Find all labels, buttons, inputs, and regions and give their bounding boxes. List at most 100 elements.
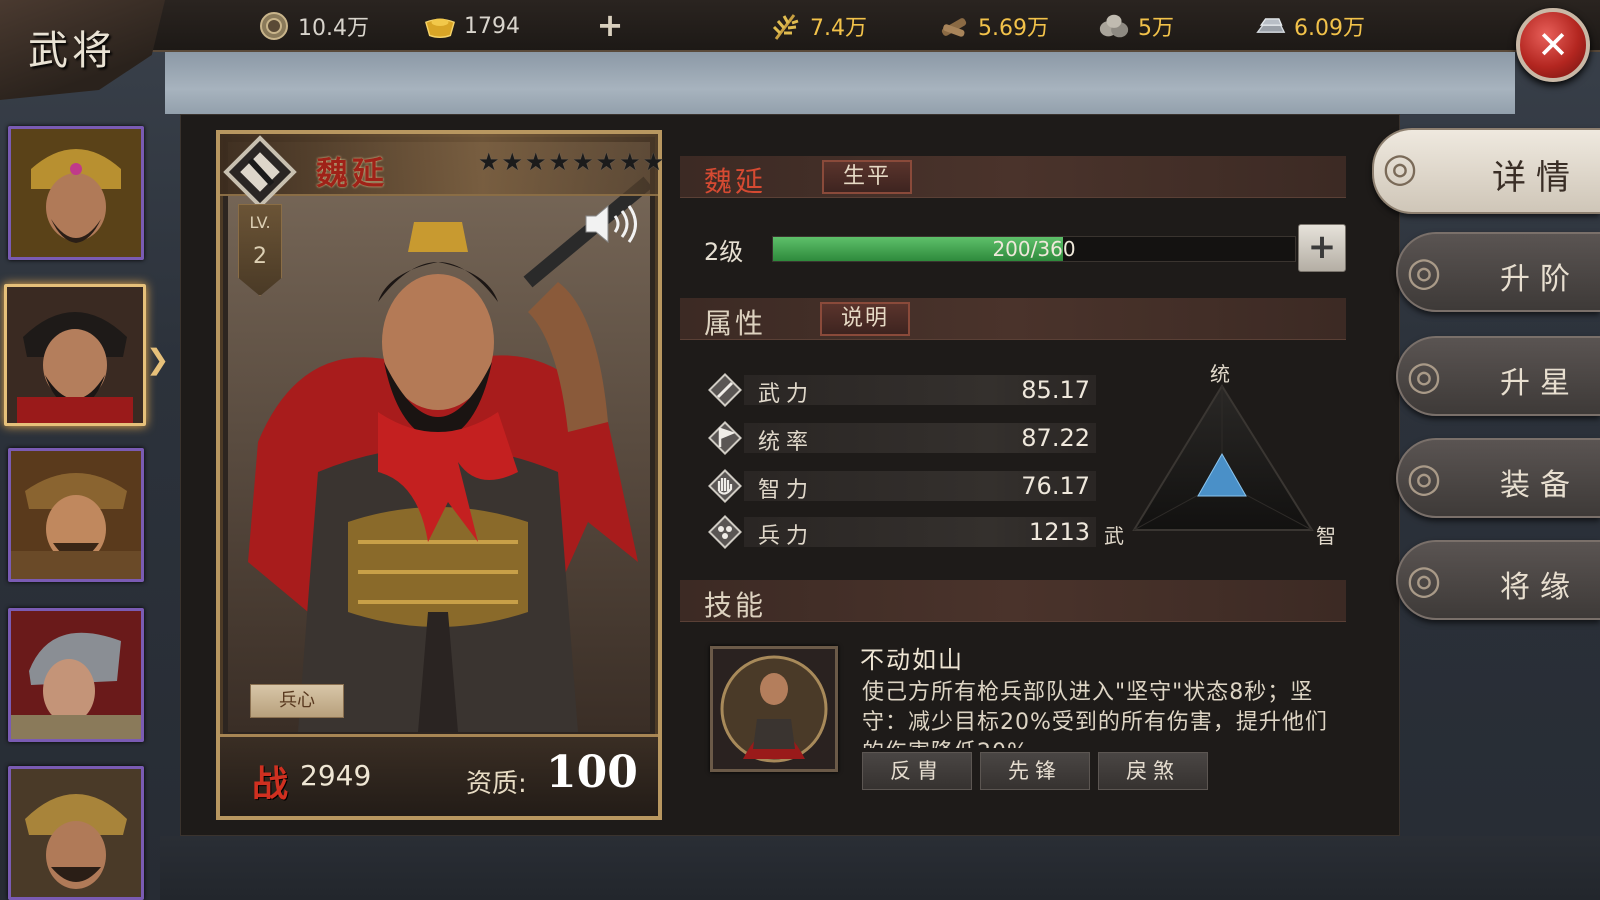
star-icon: ★ — [619, 148, 641, 176]
tab-label: 升星 — [1500, 366, 1580, 401]
bottom-strip — [160, 836, 1600, 900]
swirl-icon: ◎ — [1382, 145, 1418, 191]
star-rating: ★ ★ ★ ★ ★ ★ ★ ★ — [478, 148, 664, 176]
level-text: 2级 — [704, 238, 744, 266]
star-icon: ★ — [595, 148, 618, 176]
card-hero-name: 魏延 — [316, 154, 389, 192]
stat-label: 智力 — [758, 478, 815, 503]
aptitude-value: 100 — [546, 747, 638, 798]
hero-thumb[interactable] — [8, 448, 144, 582]
hero-thumb[interactable] — [8, 766, 144, 900]
power-icon: 战 — [252, 763, 289, 805]
card-footer: 战 2949 资质: 100 — [220, 734, 658, 816]
detail-hero-name: 魏延 — [704, 165, 767, 198]
stat-row-strength: 武力 85.17 — [706, 372, 1096, 408]
tab-details[interactable]: ◎ 详情 — [1372, 128, 1600, 214]
tab-label: 将缘 — [1500, 570, 1580, 605]
tab-equipment[interactable]: ◎ 装备 — [1396, 438, 1600, 518]
tab-star-up[interactable]: ◎ 升星 — [1396, 336, 1600, 416]
troops-icon — [706, 514, 744, 550]
level-plate: LV. 2 — [238, 204, 282, 296]
hero-thumb[interactable] — [8, 126, 144, 260]
attributes-section: 属性 说明 — [680, 298, 1346, 340]
star-icon: ★ — [642, 148, 665, 176]
tab-label: 装备 — [1500, 468, 1580, 503]
gold-ingot-icon — [424, 11, 456, 41]
star-icon: ★ — [478, 148, 500, 176]
close-button[interactable]: ✕ — [1516, 8, 1590, 82]
close-icon: ✕ — [1537, 23, 1569, 67]
hero-portrait — [11, 611, 141, 739]
resource-iron: 6.09万 — [1254, 8, 1365, 44]
speaker-icon[interactable] — [582, 202, 642, 246]
grain-icon — [770, 11, 802, 41]
tab-promote[interactable]: ◎ 升阶 — [1396, 232, 1600, 312]
stat-label: 统率 — [758, 430, 815, 455]
flag-icon — [706, 420, 744, 456]
hero-card: 魏延 ★ ★ ★ ★ ★ ★ ★ ★ LV. 2 兵心 战 2949 资质: 1… — [216, 130, 664, 820]
exp-text: 200/360 — [992, 237, 1076, 261]
power-value: 2949 — [300, 759, 372, 792]
skill-tag-button[interactable]: 先锋 — [980, 752, 1090, 790]
swirl-icon: ◎ — [1406, 249, 1442, 295]
bio-button[interactable]: 生平 — [822, 160, 912, 194]
sword-icon — [706, 372, 744, 408]
header-band — [165, 52, 1515, 114]
skill-description: 使己方所有枪兵部队进入"坚守"状态8秒；坚守：减少目标20%受到的所有伤害，提升… — [862, 680, 1328, 748]
stat-value: 87.22 — [1021, 424, 1090, 452]
hero-portrait — [7, 287, 143, 423]
selected-arrow-icon: ❯ — [146, 343, 170, 376]
stat-value: 1213 — [1028, 518, 1090, 546]
skill-section: 技能 — [680, 580, 1346, 622]
aptitude-label: 资质: — [466, 769, 527, 799]
stat-value: 85.17 — [1021, 376, 1090, 404]
tab-bonds[interactable]: ◎ 将缘 — [1396, 540, 1600, 620]
bingxin-button[interactable]: 兵心 — [250, 684, 344, 718]
stone-icon — [1098, 11, 1130, 41]
resource-coin: 10.4万 — [258, 8, 369, 44]
hero-thumb-selected[interactable] — [4, 284, 146, 426]
tab-label: 升阶 — [1500, 262, 1580, 297]
stat-row-troops: 兵力 1213 — [706, 514, 1096, 550]
star-icon: ★ — [525, 148, 547, 176]
skill-tag-button[interactable]: 戾煞 — [1098, 752, 1208, 790]
level-label: LV. — [249, 213, 271, 232]
stat-label: 兵力 — [758, 524, 815, 549]
hero-portrait — [11, 769, 141, 897]
iron-icon — [1254, 11, 1286, 41]
hero-portrait — [11, 129, 141, 257]
resource-wood: 5.69万 — [938, 8, 1049, 44]
skill-name: 不动如山 — [860, 646, 964, 674]
radar-label-right: 智 — [1316, 524, 1336, 548]
stat-row-leadership: 统率 87.22 — [706, 420, 1096, 456]
recharge-plus-button[interactable]: + — [594, 9, 626, 42]
stat-label: 武力 — [758, 382, 815, 407]
hero-thumb[interactable] — [8, 608, 144, 742]
add-exp-button[interactable]: + — [1298, 224, 1346, 272]
swirl-icon: ◎ — [1406, 353, 1442, 399]
level-value: 2 — [253, 244, 267, 269]
radar-label-top: 统 — [1210, 362, 1230, 386]
star-icon: ★ — [501, 148, 524, 176]
skill-title: 技能 — [704, 589, 767, 622]
hand-icon — [706, 468, 744, 504]
stat-value: 76.17 — [1021, 472, 1090, 500]
explain-button[interactable]: 说明 — [820, 302, 910, 336]
resource-grain: 7.4万 — [770, 8, 867, 44]
skill-icon[interactable] — [710, 646, 838, 772]
attributes-title: 属性 — [704, 307, 767, 340]
swirl-icon: ◎ — [1406, 455, 1442, 501]
skill-tag-button[interactable]: 反胄 — [862, 752, 972, 790]
resource-gold: 1794 — [424, 8, 520, 44]
coin-icon — [258, 11, 290, 41]
exp-bar: 200/360 — [772, 236, 1296, 262]
resource-stone: 5万 — [1098, 8, 1174, 44]
tab-label: 详情 — [1492, 158, 1580, 198]
hero-portrait — [11, 451, 141, 579]
stat-row-intelligence: 智力 76.17 — [706, 468, 1096, 504]
page-title: 武将 — [28, 28, 116, 74]
name-section: 魏延 生平 — [680, 156, 1346, 198]
class-emblem-icon — [222, 134, 298, 210]
wood-icon — [938, 11, 970, 41]
radar-label-left: 武 — [1104, 524, 1124, 548]
